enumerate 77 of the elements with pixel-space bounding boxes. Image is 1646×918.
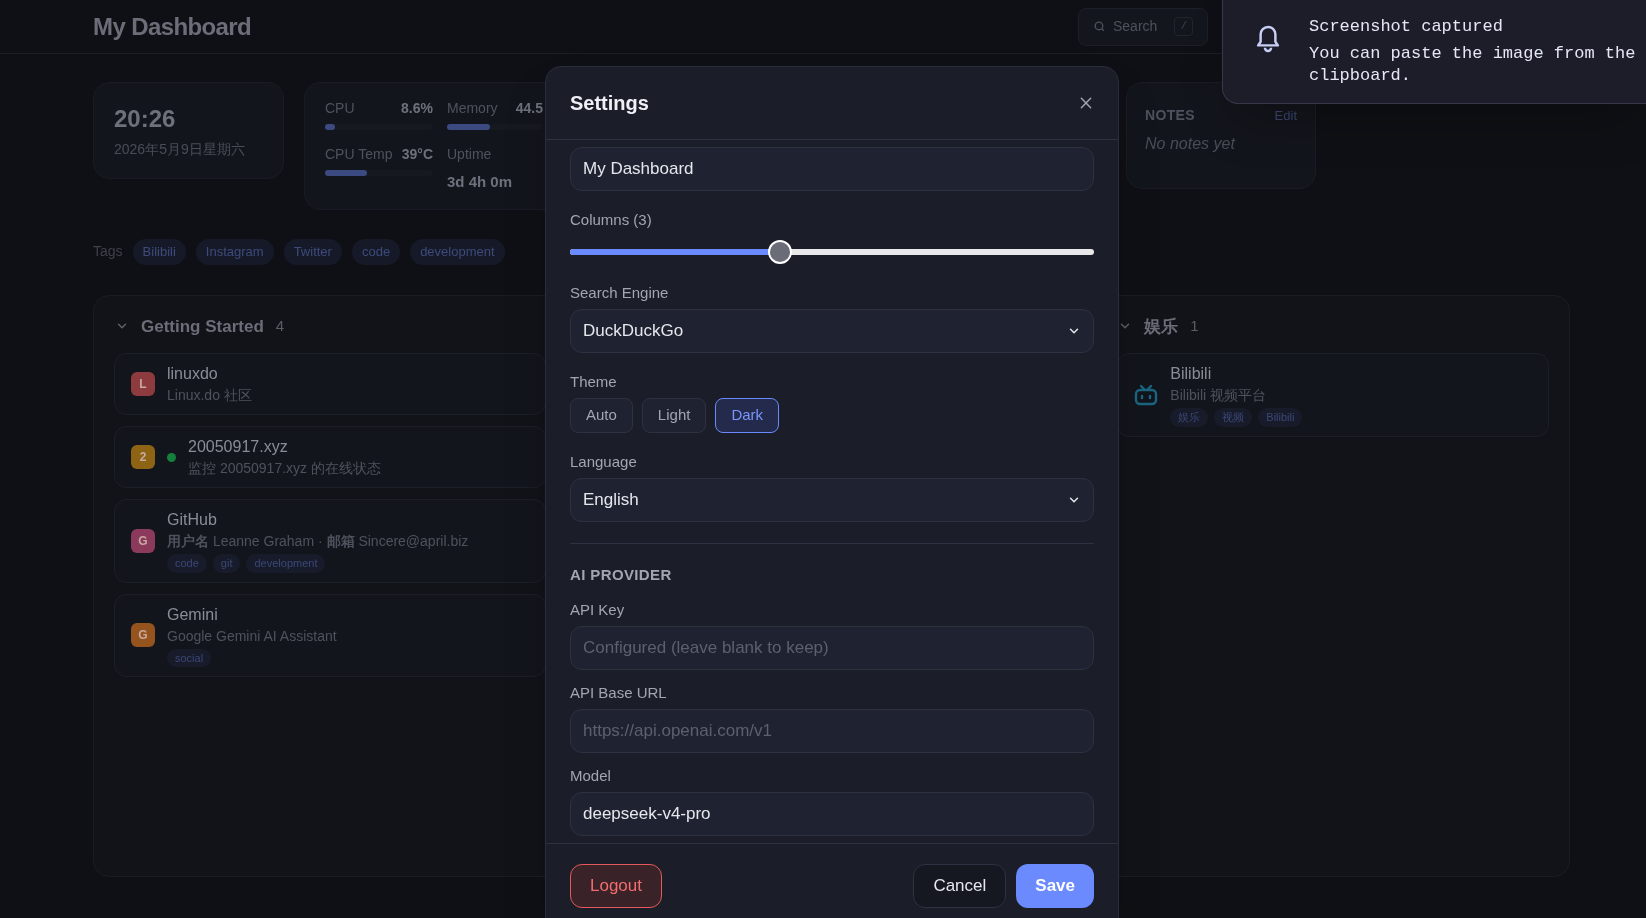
- logout-button[interactable]: Logout: [570, 864, 662, 908]
- stat-reading: 44.5: [515, 99, 543, 119]
- field-label: Search Engine: [570, 283, 670, 303]
- bookmark-title: GitHub: [167, 510, 218, 530]
- tag-chip[interactable]: code: [167, 554, 207, 573]
- bookmark-card[interactable]: G GitHub 用户名 Leanne Graham · 邮箱 Sincere@april.biz code git development: [114, 499, 546, 583]
- notes-title: NOTES: [1145, 106, 1195, 125]
- bookmark-description: Google Gemini AI Assistant: [167, 626, 337, 646]
- bookmark-title: Bilibili: [1170, 364, 1213, 384]
- search-icon: [1093, 20, 1106, 33]
- toast-message: You can paste the image from the clipboard.: [1309, 43, 1637, 87]
- letter-avatar: 2: [131, 445, 155, 469]
- tag-chip[interactable]: development: [246, 554, 326, 573]
- app-title: My Dashboard: [93, 11, 252, 42]
- stat-reading: 8.6%: [401, 99, 433, 119]
- bookmark-description: Linux.do 社区: [167, 386, 252, 405]
- bookmark-title: linuxdo: [167, 364, 219, 384]
- edit-link[interactable]: Edit: [1274, 105, 1297, 126]
- tag-chip[interactable]: Bilibili: [1258, 408, 1303, 427]
- bookmark-card[interactable]: G Gemini Google Gemini AI Assistant social: [114, 593, 546, 677]
- tv-icon: [1134, 383, 1159, 406]
- text-field[interactable]: My Dashboard: [570, 147, 1094, 191]
- cancel-button[interactable]: Cancel: [913, 864, 1007, 908]
- search-field[interactable]: Search /: [1078, 7, 1208, 46]
- field-label: Theme: [570, 372, 618, 392]
- dialog-title: Settings: [570, 91, 649, 116]
- select-dropdown[interactable]: DuckDuckGo: [570, 309, 1094, 353]
- field-label: Model: [570, 766, 612, 786]
- toast-title: Screenshot captured: [1309, 16, 1504, 38]
- clock-time: 20:26: [114, 104, 177, 134]
- tag-chip[interactable]: Bilibili: [132, 239, 186, 265]
- tag-chip[interactable]: development: [410, 239, 505, 265]
- text-field[interactable]: https://api.openai.com/v1: [570, 709, 1094, 753]
- group-title: Getting Started: [141, 315, 264, 338]
- stat-label: CPU Temp: [325, 145, 393, 165]
- columns-slider[interactable]: [570, 240, 1094, 264]
- bookmark-title: 20050917.xyz: [188, 437, 289, 457]
- stat-label: Uptime: [447, 145, 493, 165]
- tag-chip[interactable]: git: [212, 554, 241, 573]
- tag-chip[interactable]: code: [351, 239, 401, 265]
- stat-reading: 39°C: [401, 145, 433, 165]
- tag-chip[interactable]: 娱乐: [1170, 408, 1209, 427]
- stat-label: Memory: [447, 99, 498, 119]
- tag-chip[interactable]: social: [167, 648, 212, 667]
- tag-chip[interactable]: Instagram: [195, 239, 274, 265]
- bookmark-description: 监控 20050917.xyz 的在线状态: [188, 459, 381, 478]
- close-icon[interactable]: [1078, 95, 1094, 111]
- text-field[interactable]: Configured (leave blank to keep): [570, 626, 1094, 670]
- bookmark-card[interactable]: L linuxdo Linux.do 社区: [114, 353, 546, 415]
- letter-avatar: G: [131, 528, 155, 553]
- tag-chip[interactable]: 视频: [1214, 408, 1253, 427]
- section-heading: AI PROVIDER: [570, 566, 672, 583]
- bookmark-title: Gemini: [167, 604, 219, 625]
- bookmark-card[interactable]: Bilibili Bilibili 视频平台 娱乐 视频 Bilibili: [1117, 353, 1549, 437]
- field-label: API Base URL: [570, 683, 668, 703]
- tag-chip[interactable]: Twitter: [283, 239, 342, 265]
- bookmark-description: 用户名 Leanne Graham · 邮箱 Sincere@april.biz: [167, 532, 469, 551]
- stat-label: CPU: [325, 99, 355, 119]
- bookmark-description: Bilibili 视频平台: [1170, 386, 1267, 405]
- stat-reading: 3d 4h 0m: [447, 172, 514, 193]
- group-count: 4: [275, 316, 285, 336]
- select-dropdown[interactable]: English: [570, 478, 1094, 522]
- text-field[interactable]: deepseek-v4-pro: [570, 792, 1094, 836]
- field-label: Columns (3): [570, 210, 653, 230]
- field-label: Language: [570, 452, 638, 472]
- empty-notes-text: No notes yet: [1145, 134, 1237, 154]
- letter-avatar: G: [131, 623, 155, 648]
- theme-option[interactable]: Auto: [570, 398, 633, 433]
- theme-option[interactable]: Light: [641, 398, 707, 433]
- group-count: 1: [1190, 316, 1199, 336]
- theme-option[interactable]: Dark: [715, 398, 780, 433]
- letter-avatar: L: [131, 372, 155, 396]
- field-label: API Key: [570, 600, 626, 620]
- save-button[interactable]: Save: [1016, 864, 1094, 908]
- group-title: 娱乐: [1144, 315, 1179, 338]
- bookmark-card[interactable]: 2 20050917.xyz 监控 20050917.xyz 的在线状态: [114, 426, 546, 488]
- shortcut-key: /: [1174, 17, 1193, 36]
